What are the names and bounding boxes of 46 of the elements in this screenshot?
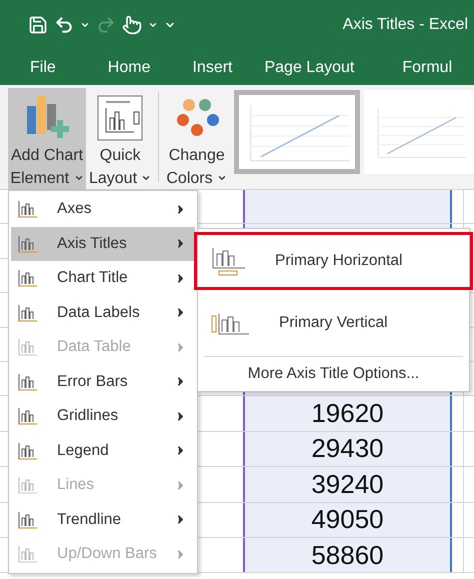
table-cell: 39240 xyxy=(245,467,452,502)
caret-icon[interactable] xyxy=(141,173,152,183)
menu-item[interactable]: Gridlines xyxy=(11,399,195,434)
bar-chart-icon xyxy=(17,337,39,358)
caret-icon[interactable] xyxy=(217,173,228,183)
table-cell: 29430 xyxy=(245,432,452,466)
menu-item[interactable]: Chart Title xyxy=(11,261,195,296)
ribbon-tab[interactable]: Page Layout xyxy=(264,58,354,76)
menu-item[interactable]: Error Bars xyxy=(11,364,195,399)
menu-item[interactable]: Legend xyxy=(11,434,195,468)
table-cell: 19620 xyxy=(245,396,452,431)
bar-chart-icon xyxy=(17,510,39,530)
caret-icon[interactable] xyxy=(80,20,90,30)
bar-chart-icon xyxy=(17,268,39,288)
menu-item[interactable]: Axis Titles xyxy=(11,226,195,261)
touch-mode-icon[interactable] xyxy=(122,15,142,35)
ribbon-tab[interactable]: Home xyxy=(108,58,150,76)
ribbon-tab[interactable]: Formul xyxy=(402,58,452,76)
caret-icon[interactable] xyxy=(74,173,84,183)
bar-chart-icon xyxy=(17,544,39,564)
bar-chart-icon xyxy=(17,372,39,392)
bar-chart-icon xyxy=(17,440,39,461)
caret-icon[interactable] xyxy=(148,20,158,30)
window-title: Axis Titles - Excel xyxy=(342,16,468,34)
submenu-item[interactable]: Primary Vertical xyxy=(194,294,473,352)
bar-chart-icon xyxy=(17,406,39,426)
table-cell: 49050 xyxy=(245,502,452,537)
bar-chart-icon xyxy=(17,302,39,323)
table-cell: 58860 xyxy=(245,538,452,572)
submenu-item[interactable]: Primary Horizontal xyxy=(194,232,473,290)
horizontal-axis-title-icon xyxy=(211,246,247,276)
bar-chart-icon xyxy=(17,199,39,220)
ribbon-tab[interactable]: Insert xyxy=(192,58,232,76)
menu-item[interactable]: Trendline xyxy=(11,502,195,537)
bar-chart-icon xyxy=(17,475,39,496)
ribbon-button[interactable]: Add Chart Element xyxy=(8,88,86,190)
layout-chart-icon xyxy=(96,94,144,142)
ribbon-button[interactable]: Quick Layout xyxy=(86,88,154,190)
ribbon-button[interactable]: Change Colors xyxy=(163,88,230,190)
save-icon[interactable] xyxy=(28,15,48,35)
bar-chart-icon xyxy=(17,234,39,254)
menu-item[interactable]: Axes xyxy=(11,192,195,226)
more-options-link[interactable]: More Axis Title Options... xyxy=(198,357,469,391)
ribbon-tab[interactable]: File xyxy=(30,58,56,76)
menu-item[interactable]: Data Labels xyxy=(11,296,195,330)
undo-icon[interactable] xyxy=(54,15,74,35)
